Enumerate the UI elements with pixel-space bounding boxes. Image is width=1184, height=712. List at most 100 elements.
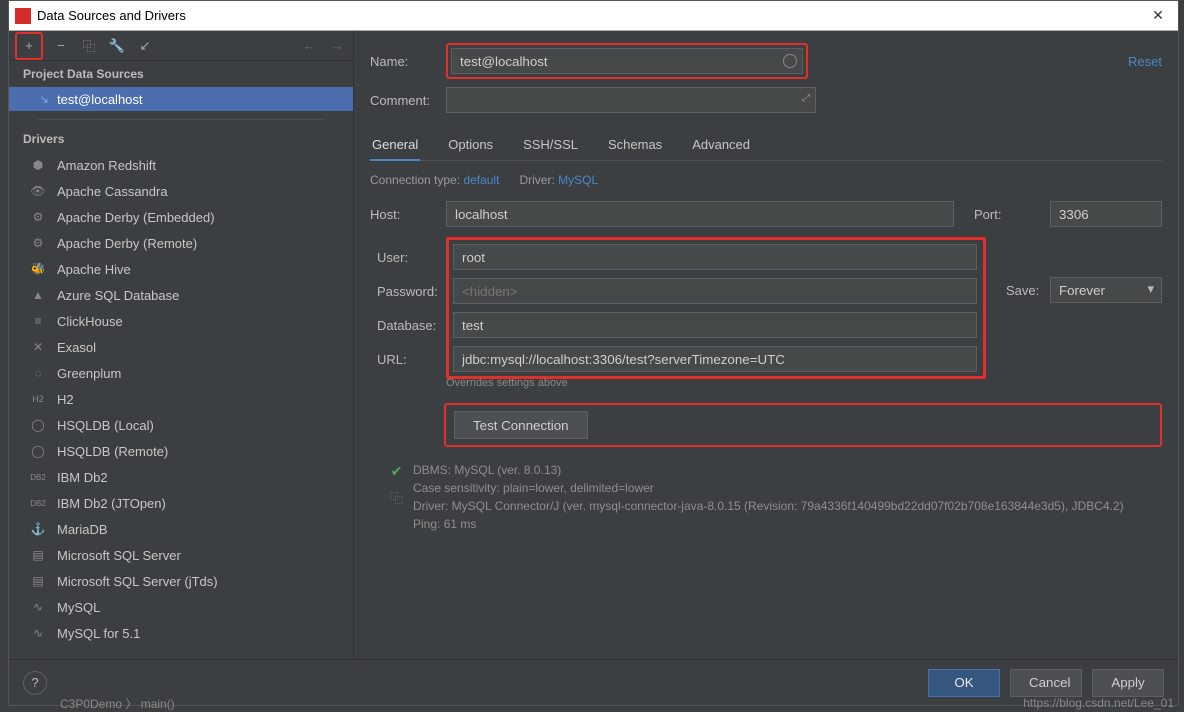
driver-item[interactable]: 🐝Apache Hive	[9, 256, 353, 282]
driver-icon: 👁	[29, 184, 47, 198]
driver-item[interactable]: DB2IBM Db2 (JTOpen)	[9, 490, 353, 516]
driver-item[interactable]: ✕Exasol	[9, 334, 353, 360]
help-button[interactable]: ?	[23, 671, 47, 695]
driver-label: Greenplum	[57, 366, 121, 381]
driver-label: Microsoft SQL Server	[57, 548, 181, 563]
driver-icon: ▤	[29, 574, 47, 588]
driver-item[interactable]: ▤ Microsoft SQL Server (jTds)	[9, 568, 353, 594]
driver-item[interactable]: ⬢Amazon Redshift	[9, 152, 353, 178]
test-connection-highlight: Test Connection	[444, 403, 1162, 447]
database-input[interactable]	[453, 312, 977, 338]
ok-button[interactable]: OK	[928, 669, 1000, 697]
expand-icon[interactable]: ⤢	[802, 93, 810, 104]
drivers-header: Drivers	[9, 126, 353, 152]
copy-button[interactable]: ⿻	[79, 36, 99, 56]
tab-sshssl[interactable]: SSH/SSL	[521, 131, 580, 160]
sidebar-divider	[37, 119, 325, 120]
test-connection-button[interactable]: Test Connection	[454, 411, 588, 439]
driver-label: Driver:	[519, 173, 554, 187]
save-select[interactable]: Forever	[1050, 277, 1162, 303]
tab-general[interactable]: General	[370, 131, 420, 160]
tab-schemas[interactable]: Schemas	[606, 131, 664, 160]
credentials-highlight: User: Password: Database: URL:	[446, 237, 986, 379]
driver-link[interactable]: MySQL	[558, 173, 598, 187]
driver-label: MariaDB	[57, 522, 108, 537]
driver-item[interactable]: ⚓MariaDB	[9, 516, 353, 542]
driver-icon: ∿	[29, 600, 47, 614]
clear-icon[interactable]	[783, 54, 797, 68]
driver-item[interactable]: ▲Azure SQL Database	[9, 282, 353, 308]
database-label: Database:	[377, 318, 453, 333]
dialog-footer: ? OK Cancel Apply	[9, 659, 1178, 705]
save-label: Save:	[1006, 283, 1050, 298]
driver-item[interactable]: ∿MySQL for 5.1	[9, 620, 353, 646]
main-panel: Name: Reset Comment: ⤢ General Op	[354, 31, 1178, 659]
driver-label: HSQLDB (Local)	[57, 418, 154, 433]
revert-button[interactable]: ↙	[135, 36, 155, 56]
name-highlight	[446, 43, 808, 79]
comment-label: Comment:	[370, 93, 446, 108]
project-data-sources-header: Project Data Sources	[9, 61, 353, 87]
driver-item[interactable]: ⚙ Apache Derby (Embedded)	[9, 204, 353, 230]
driver-label: Apache Derby (Remote)	[57, 236, 197, 251]
copy-icon[interactable]: ⿻	[390, 488, 403, 507]
name-row: Name: Reset	[370, 43, 1162, 79]
driver-label: HSQLDB (Remote)	[57, 444, 168, 459]
driver-item[interactable]: ⚙Apache Derby (Remote)	[9, 230, 353, 256]
tab-advanced[interactable]: Advanced	[690, 131, 752, 160]
apply-button[interactable]: Apply	[1092, 669, 1164, 697]
host-label: Host:	[370, 207, 446, 222]
name-label: Name:	[370, 54, 446, 69]
comment-input[interactable]	[446, 87, 816, 113]
driver-item[interactable]: ◯HSQLDB (Local)	[9, 412, 353, 438]
add-button[interactable]: +	[19, 36, 39, 56]
connection-type-line: Connection type: default Driver: MySQL	[370, 173, 1162, 187]
driver-label: Microsoft SQL Server (jTds)	[57, 574, 218, 589]
driver-icon: DB2	[29, 499, 47, 508]
user-input[interactable]	[453, 244, 977, 270]
driver-label: Amazon Redshift	[57, 158, 156, 173]
settings-button[interactable]: 🔧	[107, 36, 127, 56]
driver-label: H2	[57, 392, 74, 407]
host-input[interactable]	[446, 201, 954, 227]
port-input[interactable]	[1050, 201, 1162, 227]
name-input[interactable]	[451, 48, 803, 74]
user-label: User:	[377, 250, 453, 265]
status-text: DBMS: MySQL (ver. 8.0.13) Case sensitivi…	[413, 461, 1124, 533]
nav-back-button[interactable]: ←	[299, 36, 319, 56]
driver-label: Apache Derby (Embedded)	[57, 210, 215, 225]
driver-item[interactable]: ◌Greenplum	[9, 360, 353, 386]
nav-forward-button[interactable]: →	[327, 36, 347, 56]
driver-item[interactable]: ◯HSQLDB (Remote)	[9, 438, 353, 464]
driver-item[interactable]: DB2IBM Db2	[9, 464, 353, 490]
status-line: Ping: 61 ms	[413, 515, 1124, 533]
driver-label: Azure SQL Database	[57, 288, 179, 303]
driver-item[interactable]: ≡ClickHouse	[9, 308, 353, 334]
driver-item[interactable]: ▤Microsoft SQL Server	[9, 542, 353, 568]
driver-label: Apache Hive	[57, 262, 131, 277]
comment-row: Comment: ⤢	[370, 87, 1162, 113]
drivers-list: ⬢Amazon Redshift 👁Apache Cassandra ⚙Apac…	[9, 152, 353, 659]
driver-icon: ⚙	[29, 210, 47, 224]
remove-button[interactable]: −	[51, 36, 71, 56]
sidebar: + − ⿻ 🔧 ↙ ← → Project Data Sources ↘ tes…	[9, 31, 354, 659]
reset-link[interactable]: Reset	[1128, 54, 1162, 69]
password-input[interactable]	[453, 278, 977, 304]
cancel-button[interactable]: Cancel	[1010, 669, 1082, 697]
close-icon[interactable]: ✕	[1144, 2, 1172, 30]
driver-icon: H2	[29, 394, 47, 404]
datasource-icon: ↘	[39, 92, 49, 106]
driver-item[interactable]: ∿ MySQL	[9, 594, 353, 620]
host-row: Host: Port:	[370, 201, 1162, 227]
driver-item[interactable]: 👁Apache Cassandra	[9, 178, 353, 204]
overrides-hint: Overrides settings above	[446, 377, 1162, 389]
tab-options[interactable]: Options	[446, 131, 495, 160]
sidebar-toolbar: + − ⿻ 🔧 ↙ ← →	[9, 31, 353, 61]
datasource-item[interactable]: ↘ test@localhost	[9, 87, 353, 111]
conn-type-link[interactable]: default	[463, 173, 499, 187]
driver-label: MySQL	[57, 600, 100, 615]
url-input[interactable]	[453, 346, 977, 372]
driver-item[interactable]: H2 H2	[9, 386, 353, 412]
breadcrumb: C3P0Demo 〉 main()	[60, 695, 175, 712]
driver-icon: ≡	[29, 314, 47, 328]
